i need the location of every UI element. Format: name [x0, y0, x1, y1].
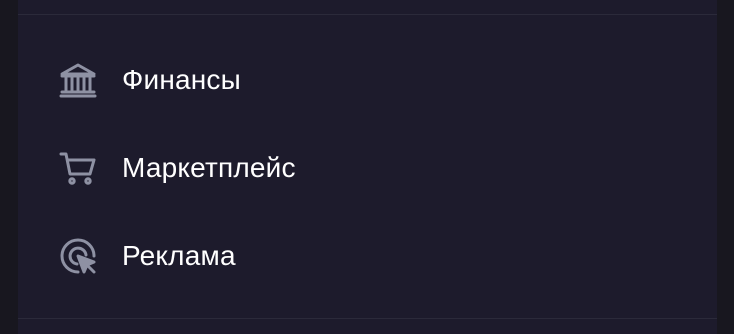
navigation-panel: Финансы Маркетплейс Реклама: [18, 0, 717, 334]
menu-item-marketplace[interactable]: Маркетплейс: [18, 124, 717, 212]
app-frame: Финансы Маркетплейс Реклама: [0, 0, 734, 334]
menu-item-label: Финансы: [122, 64, 241, 95]
top-divider: [18, 14, 717, 15]
click-target-icon: [58, 236, 98, 276]
navigation-menu: Финансы Маркетплейс Реклама: [18, 36, 717, 300]
menu-item-label: Маркетплейс: [122, 152, 296, 183]
bank-icon: [58, 60, 98, 100]
menu-item-finance[interactable]: Финансы: [18, 36, 717, 124]
bottom-divider: [18, 318, 717, 319]
menu-item-advertising[interactable]: Реклама: [18, 212, 717, 300]
menu-item-label: Реклама: [122, 240, 236, 271]
shopping-cart-icon: [58, 148, 98, 188]
